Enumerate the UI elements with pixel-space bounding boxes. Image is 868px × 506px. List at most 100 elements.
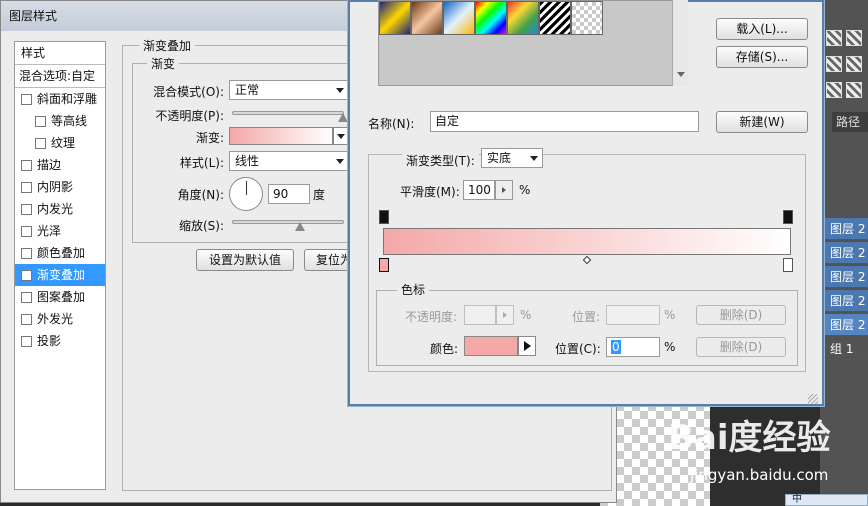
stop-position-unit: % [664, 308, 676, 322]
blend-options-item[interactable]: 混合选项:自定 [15, 65, 105, 87]
presets-scrollbar[interactable] [672, 0, 688, 86]
checkbox[interactable] [21, 313, 32, 325]
preset-swatch[interactable] [475, 1, 507, 35]
layer-row[interactable]: 图层 2 [824, 218, 868, 240]
preset-swatch[interactable] [411, 1, 443, 35]
resize-grip[interactable] [808, 394, 818, 404]
adjustment-icon[interactable] [826, 82, 842, 98]
new-button[interactable]: 新建(W) [716, 111, 808, 133]
opacity-slider[interactable] [232, 111, 344, 115]
scale-slider[interactable] [232, 220, 344, 224]
angle-dial[interactable] [229, 177, 263, 211]
checkbox[interactable] [21, 247, 32, 259]
checkbox[interactable] [21, 225, 32, 237]
stop-opacity-label: 不透明度: [405, 310, 458, 324]
checkbox[interactable] [21, 181, 32, 193]
stop-color-menu[interactable] [518, 336, 536, 356]
adjustment-icon[interactable] [846, 56, 862, 72]
layer-row[interactable]: 图层 2 [824, 290, 868, 312]
delete-color-stop-button[interactable]: 删除(D) [696, 337, 786, 357]
preset-swatch[interactable] [379, 1, 411, 35]
angle-label: 角度(N): [177, 188, 224, 202]
style-item[interactable]: 描边 [15, 154, 105, 176]
style-value: 线性 [235, 154, 260, 168]
set-default-button[interactable]: 设置为默认值 [196, 249, 294, 271]
delete-opacity-stop-button[interactable]: 删除(D) [696, 305, 786, 325]
gradient-preview-bar[interactable] [383, 228, 791, 255]
style-item[interactable]: 颜色叠加 [15, 242, 105, 264]
color-position-input[interactable]: 0 [606, 337, 660, 357]
preset-swatch[interactable] [507, 1, 539, 35]
adjustment-icon[interactable] [846, 30, 862, 46]
tab-paths[interactable]: 路径 [832, 112, 868, 132]
checkbox[interactable]: ✓ [21, 269, 32, 281]
preset-swatch[interactable] [571, 1, 603, 35]
checkbox[interactable] [21, 335, 32, 347]
style-item[interactable]: 内阴影 [15, 176, 105, 198]
style-item[interactable]: 图案叠加 [15, 286, 105, 308]
gradient-presets [378, 0, 688, 86]
scale-slider-thumb[interactable] [295, 222, 305, 231]
color-stop-left[interactable] [379, 258, 389, 272]
triangle-right-icon [524, 341, 531, 351]
stop-opacity-stepper[interactable] [496, 305, 514, 325]
style-item[interactable]: 纹理 [15, 132, 105, 154]
gradient-type-select[interactable]: 实底 [481, 148, 543, 168]
save-button[interactable]: 存储(S)... [716, 46, 808, 68]
adjustment-icon[interactable] [826, 30, 842, 46]
styles-list: 样式 混合选项:自定 斜面和浮雕等高线纹理描边 内阴影 内发光 光泽 颜色叠加 ✓ 渐变叠加… [14, 41, 106, 490]
style-item[interactable]: ✓ 渐变叠加 [15, 264, 105, 286]
checkbox[interactable] [21, 159, 32, 171]
style-item[interactable]: 等高线 [15, 110, 105, 132]
adjustment-icon[interactable] [826, 56, 842, 72]
style-item[interactable]: 斜面和浮雕 [15, 88, 105, 110]
angle-input[interactable]: 90 [268, 184, 310, 204]
chevron-right-icon [502, 187, 506, 193]
layer-row[interactable]: 图层 2 [824, 242, 868, 264]
style-item-label: 图案叠加 [37, 290, 86, 304]
style-item-label: 等高线 [51, 114, 88, 128]
stop-color-swatch[interactable] [464, 336, 518, 356]
scroll-down-icon[interactable] [677, 72, 685, 77]
checkbox[interactable] [35, 115, 46, 127]
load-button[interactable]: 载入(L)... [716, 18, 808, 40]
styles-header[interactable]: 样式 [15, 42, 105, 64]
smoothness-input[interactable]: 100 [463, 180, 495, 200]
blend-mode-select[interactable]: 正常 [229, 80, 349, 100]
style-item-label: 纹理 [51, 136, 76, 150]
style-select[interactable]: 线性 [229, 151, 349, 171]
smoothness-stepper[interactable] [495, 180, 513, 200]
preset-swatch[interactable] [443, 1, 475, 35]
style-item[interactable]: 内发光 [15, 198, 105, 220]
checkbox[interactable] [21, 291, 32, 303]
opacity-stop-right[interactable] [783, 210, 793, 224]
layer-row[interactable]: 图层 2 [824, 314, 868, 336]
preset-swatch[interactable] [539, 1, 571, 35]
baidu-watermark-url: jingyan.baidu.com [690, 466, 829, 484]
color-position-value: 0 [611, 340, 621, 354]
blend-mode-label: 混合模式(O): [153, 85, 224, 99]
gradient-dropdown[interactable] [333, 127, 349, 145]
gradient-swatch[interactable] [229, 127, 333, 145]
style-item[interactable]: 投影 [15, 330, 105, 352]
subsection-title: 渐变 [147, 55, 180, 72]
checkbox[interactable] [21, 93, 32, 105]
name-input[interactable]: 自定 [430, 111, 699, 132]
opacity-stop-left[interactable] [379, 210, 389, 224]
scale-label: 缩放(S): [178, 219, 224, 233]
stops-title: 色标 [397, 281, 430, 298]
style-item[interactable]: 光泽 [15, 220, 105, 242]
stop-position-input[interactable] [606, 305, 660, 325]
smoothness-unit: % [519, 183, 531, 197]
checkbox[interactable] [35, 137, 46, 149]
gradient-type-label: 渐变类型(T): [402, 152, 479, 169]
input-method-indicator[interactable]: 中 [785, 494, 868, 506]
color-stop-right[interactable] [783, 258, 793, 272]
checkbox[interactable] [21, 203, 32, 215]
stop-opacity-input[interactable] [464, 305, 496, 325]
layer-row[interactable]: 组 1 [824, 338, 868, 360]
style-item[interactable]: 外发光 [15, 308, 105, 330]
opacity-slider-thumb[interactable] [338, 113, 348, 122]
adjustment-icon[interactable] [846, 82, 862, 98]
layer-row[interactable]: 图层 2 [824, 266, 868, 288]
